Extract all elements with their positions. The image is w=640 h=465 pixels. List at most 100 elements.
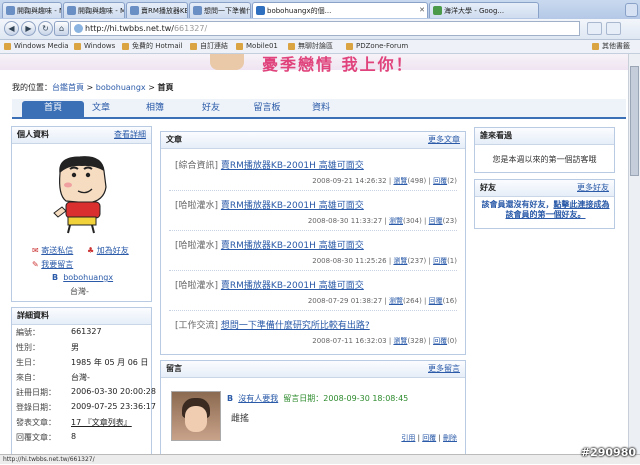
views-link[interactable]: 瀏覽 bbox=[393, 337, 407, 345]
username-link[interactable]: bobohuangx bbox=[63, 273, 113, 282]
home-button[interactable]: ⌂ bbox=[54, 21, 69, 36]
folder-icon bbox=[288, 43, 295, 50]
bookmark-item[interactable]: 自訂連結 bbox=[190, 40, 228, 53]
article-list-link[interactable]: 17 『文章列表』 bbox=[71, 417, 132, 428]
message-text: 雌搖 bbox=[231, 414, 250, 424]
commenter-avatar bbox=[171, 391, 221, 441]
browser-tab-4[interactable]: 想問一下準備什... bbox=[189, 2, 251, 18]
favicon-icon bbox=[433, 6, 442, 15]
banner: 憂季戀情 我上你！ bbox=[0, 54, 628, 74]
reload-button[interactable]: ↻ bbox=[38, 21, 53, 36]
browser-tab-3[interactable]: 賣RM播放器KB... bbox=[126, 2, 188, 18]
article-link[interactable]: 賣RM播放器KB-2001H 高雄可面交 bbox=[221, 161, 364, 171]
detail-row: 來自： 台灣- bbox=[16, 373, 90, 382]
banner-slogan: 憂季戀情 我上你！ bbox=[262, 55, 414, 74]
article-title-row: [哈啦灌水] 賣RM播放器KB-2001H 高雄可面交 bbox=[175, 201, 364, 211]
folder-icon bbox=[122, 43, 129, 50]
tab-guestbook[interactable]: 留言板 bbox=[236, 101, 298, 117]
address-bar[interactable]: http://hi.twbbs.net.tw/661327/ bbox=[70, 21, 580, 36]
views-link[interactable]: 瀏覽 bbox=[393, 177, 407, 185]
reply-link[interactable]: 回覆 bbox=[422, 434, 436, 442]
other-bookmarks[interactable]: 其他書籤 bbox=[592, 40, 630, 53]
messages-panel: 留言 更多留言 B 沒有人要我 留言日期：2008-09-30 18:08:45… bbox=[160, 360, 466, 454]
details-panel-header: 詳細資料 bbox=[12, 308, 151, 325]
views-link[interactable]: 瀏覽 bbox=[389, 297, 403, 305]
views-link[interactable]: 瀏覽 bbox=[393, 257, 407, 265]
back-button[interactable]: ◀ bbox=[4, 21, 19, 36]
replies-link[interactable]: 回覆 bbox=[429, 297, 443, 305]
article-title-row: [工作交流] 想問一下準備什麼研究所比較有出路? bbox=[175, 321, 370, 331]
folder-icon bbox=[74, 43, 81, 50]
browser-tab-1[interactable]: 開鞠與趣味 - M... bbox=[2, 2, 62, 18]
message-header: B 沒有人要我 留言日期：2008-09-30 18:08:45 bbox=[227, 394, 409, 403]
replies-link[interactable]: 回覆 bbox=[433, 177, 447, 185]
replies-link[interactable]: 回覆 bbox=[429, 217, 443, 225]
browser-tab-6[interactable]: 海洋大學 - Goog... bbox=[429, 2, 539, 18]
page-content: 憂季戀情 我上你！ 我的位置：台鑑首頁 > bobohuangx > 首頁 首頁… bbox=[0, 54, 628, 454]
bookmark-item[interactable]: Mobile01 bbox=[236, 40, 278, 53]
browser-tab-2[interactable]: 開鞠與趣味 - Mo... bbox=[63, 2, 125, 18]
tab-profile[interactable]: 資料 bbox=[290, 101, 352, 117]
articles-panel-header: 文章 更多文章 bbox=[161, 132, 465, 149]
folder-icon bbox=[592, 43, 599, 50]
divider bbox=[169, 230, 457, 231]
browser-tab-5-active[interactable]: bobohuangx的個... ✕ bbox=[252, 2, 428, 18]
replies-link[interactable]: 回覆 bbox=[433, 257, 447, 265]
folder-icon bbox=[236, 43, 243, 50]
tab-articles[interactable]: 文章 bbox=[70, 101, 132, 117]
page-menu-icon[interactable] bbox=[587, 22, 602, 35]
tools-menu-icon[interactable] bbox=[606, 22, 621, 35]
message-author-link[interactable]: 沒有人要我 bbox=[238, 394, 278, 403]
folder-icon bbox=[346, 43, 353, 50]
article-link[interactable]: 賣RM播放器KB-2001H 高雄可面交 bbox=[221, 281, 364, 291]
detail-row: 編號： 661327 bbox=[16, 327, 102, 337]
article-link[interactable]: 賣RM播放器KB-2001H 高雄可面交 bbox=[221, 201, 364, 211]
breadcrumb-home-link[interactable]: 台鑑首頁 bbox=[52, 83, 84, 92]
bookmark-item[interactable]: Windows Media bbox=[4, 40, 69, 53]
bookmark-item[interactable]: 無聊討論區 bbox=[288, 40, 333, 53]
replies-link[interactable]: 回覆 bbox=[433, 337, 447, 345]
location-text: 台灣- bbox=[70, 287, 89, 296]
article-link[interactable]: 賣RM播放器KB-2001H 高雄可面交 bbox=[221, 241, 364, 251]
article-link[interactable]: 想問一下準備什麼研究所比較有出路? bbox=[221, 321, 370, 331]
new-tab-button[interactable] bbox=[625, 3, 638, 17]
delete-link[interactable]: 刪除 bbox=[443, 434, 457, 442]
send-message-link[interactable]: ✉ 寄送私信 bbox=[32, 245, 73, 256]
scrollbar-thumb[interactable] bbox=[630, 66, 639, 176]
more-messages-link[interactable]: 更多留言 bbox=[428, 361, 460, 377]
views-link[interactable]: 瀏覽 bbox=[389, 217, 403, 225]
globe-icon bbox=[74, 24, 83, 33]
details-panel: 詳細資料 編號： 661327 性別：男 生日： 1985 年 05 月 06 日 … bbox=[11, 307, 156, 454]
vertical-scrollbar[interactable] bbox=[628, 54, 640, 454]
envelope-icon: ✉ bbox=[32, 246, 39, 255]
articles-panel: 文章 更多文章 [綜合資訊] 賣RM播放器KB-2001H 高雄可面交 2008… bbox=[160, 131, 466, 355]
favicon-icon bbox=[193, 6, 202, 15]
article-meta: 2008-07-29 01:38:27 | 瀏覽(264) | 回覆(16) bbox=[307, 297, 457, 305]
bookmark-item[interactable]: PDZone-Forum bbox=[346, 40, 408, 53]
leave-message-link[interactable]: ✎ 我要留言 bbox=[32, 259, 73, 270]
site-nav-tabs: 首頁 文章 相簿 好友 留言板 資料 bbox=[12, 99, 626, 119]
divider bbox=[169, 190, 457, 191]
message-actions: 引用 | 回覆 | 刪除 bbox=[401, 434, 457, 442]
pen-icon: ✎ bbox=[32, 260, 39, 269]
tab-albums[interactable]: 相簿 bbox=[124, 101, 186, 117]
favicon-icon bbox=[256, 6, 265, 15]
breadcrumb-user-link[interactable]: bobohuangx bbox=[96, 83, 146, 92]
detail-row: 註冊日期： 2006-03-30 20:00:28 bbox=[16, 387, 156, 397]
detail-row: 回覆文章： 8 bbox=[16, 432, 77, 442]
username-row: B bobohuangx bbox=[52, 273, 113, 282]
favicon-icon bbox=[6, 6, 15, 15]
bookmark-item[interactable]: Windows bbox=[74, 40, 115, 53]
more-articles-link[interactable]: 更多文章 bbox=[428, 132, 460, 148]
more-friends-link[interactable]: 更多好友 bbox=[577, 180, 609, 196]
add-friend-link[interactable]: ♣ 加為好友 bbox=[87, 245, 129, 256]
bookmark-item[interactable]: 免費的 Hotmail bbox=[122, 40, 183, 53]
divider bbox=[169, 310, 457, 311]
quote-link[interactable]: 引用 bbox=[401, 434, 415, 442]
tab-friends[interactable]: 好友 bbox=[180, 101, 242, 117]
profile-more-link[interactable]: 查看詳細 bbox=[114, 127, 146, 143]
browser-tab-bar: 開鞠與趣味 - M... 開鞠與趣味 - Mo... 賣RM播放器KB... 想… bbox=[0, 0, 640, 20]
forward-button[interactable]: ▶ bbox=[21, 21, 36, 36]
article-meta: 2008-08-30 11:25:26 | 瀏覽(237) | 回覆(1) bbox=[312, 257, 457, 265]
close-tab-icon[interactable]: ✕ bbox=[419, 6, 425, 14]
